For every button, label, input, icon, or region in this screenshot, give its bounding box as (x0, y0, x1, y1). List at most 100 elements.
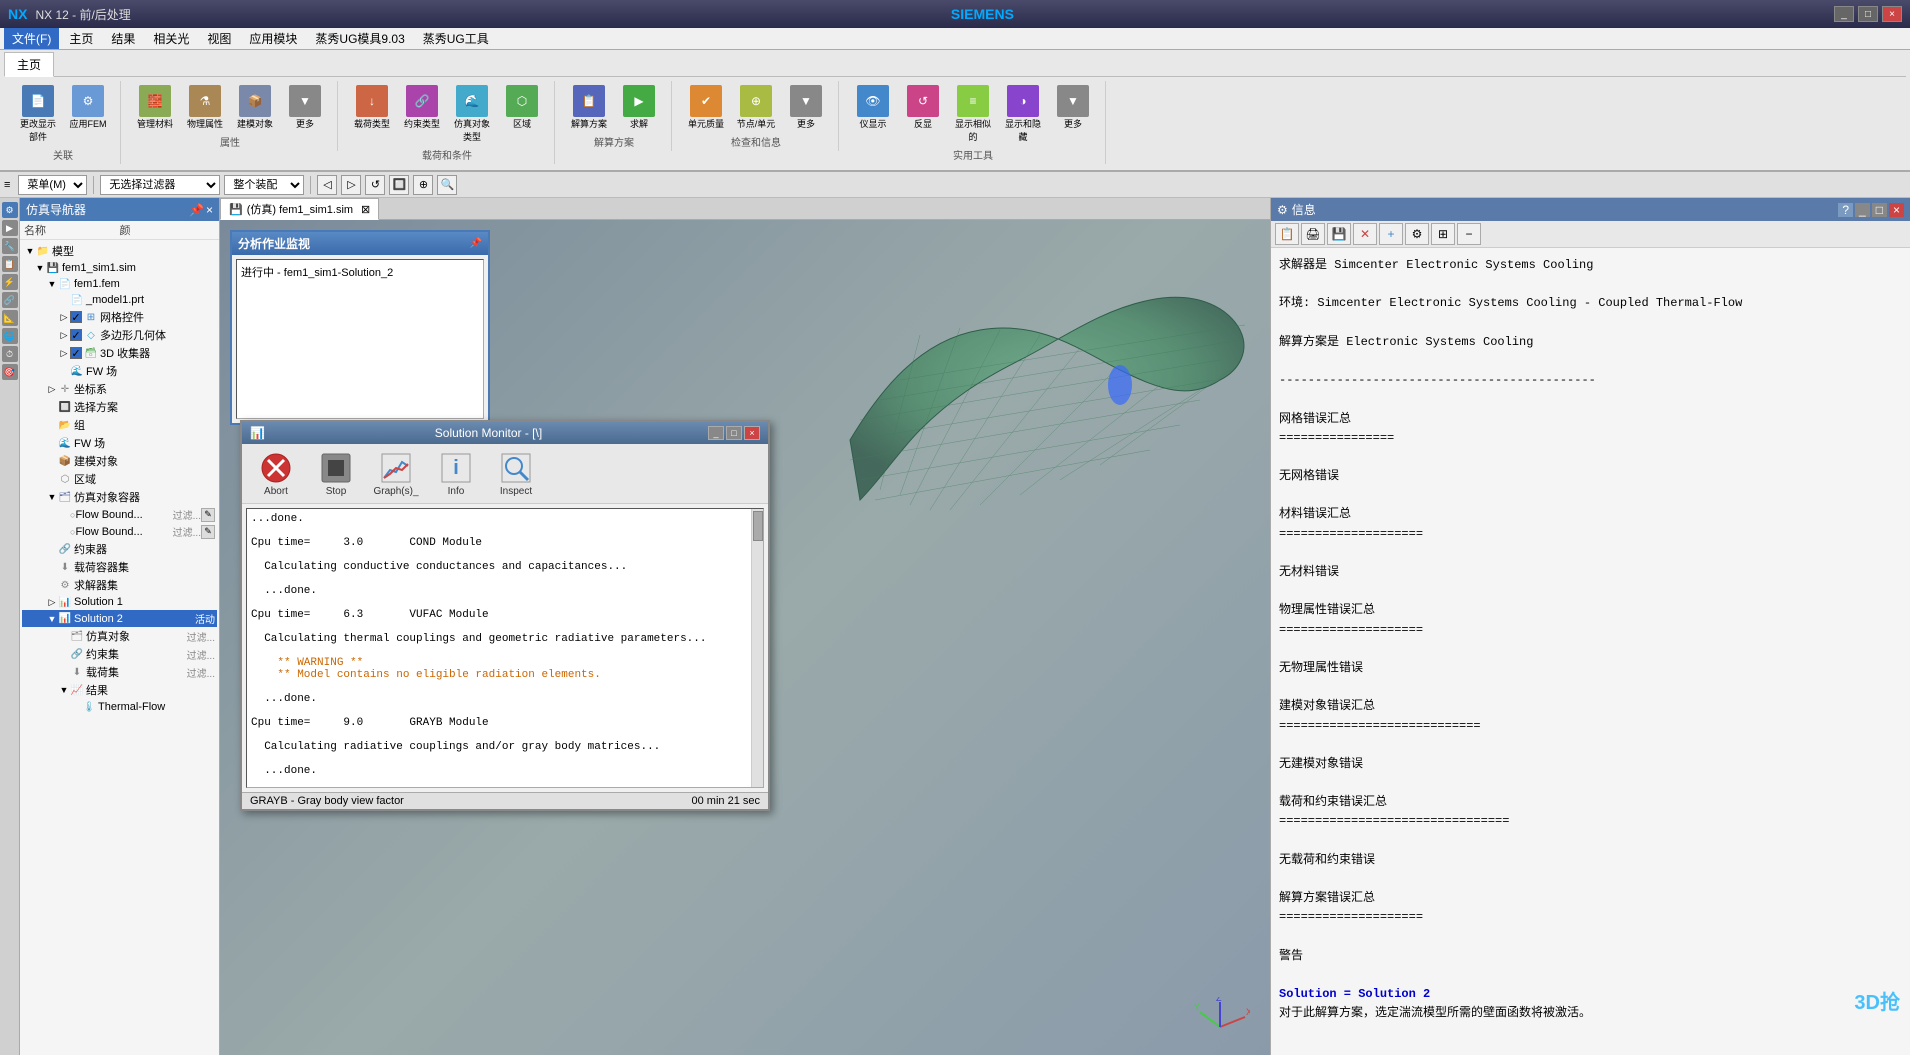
tree-item-results[interactable]: ▼ 📈 结果 (22, 681, 217, 699)
tree-item-mesh[interactable]: ▷ ✓ ⊞ 网格控件 (22, 308, 217, 326)
toolbar-icon-1[interactable]: ◁ (317, 175, 337, 195)
tree-toggle-simobj[interactable]: ▼ (46, 491, 58, 503)
solution-monitor-log[interactable]: ...done. Cpu time= 3.0 COND Module Calcu… (246, 508, 764, 788)
tree-item-constraints[interactable]: 🔗 约束器 (22, 540, 217, 558)
ribbon-btn-display[interactable]: 👁 仪显示 (849, 83, 897, 145)
tree-toggle-model1prt[interactable] (58, 294, 70, 306)
tree-toggle-fem1sim1[interactable]: ▼ (34, 262, 46, 274)
tree-toggle-solution1[interactable]: ▷ (46, 596, 58, 608)
tree-item-constset[interactable]: 🔗 约束集 过滤... (22, 645, 217, 663)
ribbon-btn-more-tools[interactable]: ▼ 更多 (1049, 83, 1097, 145)
left-icon-8[interactable]: 🌐 (2, 328, 18, 344)
info-maximize-btn[interactable]: □ (1872, 203, 1887, 217)
tree-item-solver[interactable]: ⚙ 求解器集 (22, 576, 217, 594)
ribbon-btn-load-type[interactable]: ↓ 载荷类型 (348, 83, 396, 145)
maximize-btn[interactable]: □ (1858, 6, 1878, 22)
tree-item-flowbound2[interactable]: ○ Flow Bound... 过滤... ✎ (22, 523, 217, 540)
ribbon-btn-phys-attr[interactable]: ⚗ 物理属性 (181, 83, 229, 132)
info-question-btn[interactable]: ? (1838, 203, 1853, 217)
tree-toggle-solver[interactable] (46, 579, 58, 591)
tree-toggle-groups[interactable] (46, 419, 58, 431)
toolbar-icon-3[interactable]: ↺ (365, 175, 385, 195)
nav-pin-icon[interactable]: 📌 (189, 203, 204, 217)
tree-toggle-selections[interactable] (46, 401, 58, 413)
viewport-tab-close[interactable]: ⊠ (361, 203, 370, 216)
sm-abort-btn[interactable]: Abort (250, 448, 302, 499)
tree-toggle-fwfield2[interactable] (46, 437, 58, 449)
tree-item-loadset[interactable]: ⬇ 载荷集 过滤... (22, 663, 217, 681)
ribbon-tab-home[interactable]: 主页 (4, 52, 54, 77)
info-toolbar-print-btn[interactable]: 🖨 (1301, 223, 1325, 245)
toolbar-icon-5[interactable]: ⊕ (413, 175, 433, 195)
tree-item-groups[interactable]: 📂 组 (22, 416, 217, 434)
left-icon-3[interactable]: 🔧 (2, 238, 18, 254)
ribbon-btn-more-attr[interactable]: ▼ 更多 (281, 83, 329, 132)
ribbon-btn-region[interactable]: ⬡ 区域 (498, 83, 546, 145)
ribbon-btn-reverse[interactable]: ↺ 反显 (899, 83, 947, 145)
tree-item-poly[interactable]: ▷ ✓ ◇ 多边形几何体 (22, 326, 217, 344)
navigator-controls[interactable]: 📌 × (189, 203, 213, 217)
nav-close-icon[interactable]: × (206, 203, 213, 217)
tree-toggle-poly[interactable]: ▷ (58, 329, 70, 341)
analysis-monitor-controls[interactable]: 📌 (470, 238, 482, 249)
ribbon-btn-sim-obj-type[interactable]: 🌊 仿真对象类型 (448, 83, 496, 145)
tree-toggle-constraints[interactable] (46, 543, 58, 555)
solution-monitor-minimize[interactable]: _ (708, 426, 724, 440)
tree-item-model1prt[interactable]: 📄 _model1.prt (22, 292, 217, 308)
menu-related[interactable]: 相关光 (145, 28, 197, 49)
tree-toggle-collector3d[interactable]: ▷ (58, 347, 70, 359)
minimize-btn[interactable]: _ (1834, 6, 1854, 22)
menu-ugmold[interactable]: 蒸秀UG模具9.03 (307, 28, 412, 49)
info-minimize-btn[interactable]: _ (1855, 203, 1870, 217)
tree-toggle-regions[interactable] (46, 473, 58, 485)
toolbar-menu-dropdown[interactable]: 菜单(M) (18, 175, 87, 195)
left-icon-6[interactable]: 🔗 (2, 292, 18, 308)
info-header-controls[interactable]: ? _ □ × (1838, 203, 1904, 217)
info-toolbar-delete-btn[interactable]: ✕ (1353, 223, 1377, 245)
ribbon-btn-solve[interactable]: ▶ 求解 (615, 83, 663, 132)
tree-toggle-solution2[interactable]: ▼ (46, 613, 58, 625)
ribbon-btn-more-check[interactable]: ▼ 更多 (782, 83, 830, 132)
menu-results[interactable]: 结果 (103, 28, 143, 49)
title-win-controls[interactable]: _ □ × (1834, 6, 1902, 22)
tree-item-fem1sim1[interactable]: ▼ 💾 fem1_sim1.sim (22, 260, 217, 276)
tree-toggle-loads[interactable] (46, 561, 58, 573)
solution-monitor-close[interactable]: × (744, 426, 760, 440)
left-icon-4[interactable]: 📋 (2, 256, 18, 272)
toolbar-icon-6[interactable]: 🔍 (437, 175, 457, 195)
left-icon-9[interactable]: ⏱ (2, 346, 18, 362)
flowbound1-edit-btn[interactable]: ✎ (201, 508, 215, 522)
tree-item-solution2[interactable]: ▼ 📊 Solution 2 活动 (22, 610, 217, 627)
solution-monitor-dialog[interactable]: 📊 Solution Monitor - [\] _ □ × (240, 420, 770, 811)
left-icon-5[interactable]: ⚡ (2, 274, 18, 290)
tree-toggle-loadset[interactable] (58, 666, 70, 678)
tree-toggle-fem1fem[interactable]: ▼ (46, 278, 58, 290)
info-toolbar-settings-btn[interactable]: ⚙ (1405, 223, 1429, 245)
tree-item-buildobj[interactable]: 📦 建模对象 (22, 452, 217, 470)
tree-item-collector3d[interactable]: ▷ ✓ 🗃 3D 收集器 (22, 344, 217, 362)
left-icon-1[interactable]: ⚙ (2, 202, 18, 218)
info-toolbar-copy-btn[interactable]: 📋 (1275, 223, 1299, 245)
tree-item-coords[interactable]: ▷ ✛ 坐标系 (22, 380, 217, 398)
tree-item-simobj2[interactable]: 🗂 仿真对象 过滤... (22, 627, 217, 645)
info-toolbar-collapse-btn[interactable]: − (1457, 223, 1481, 245)
tree-toggle-coords[interactable]: ▷ (46, 383, 58, 395)
tree-toggle-flowbound1[interactable] (58, 509, 70, 521)
tree-toggle-fwfield[interactable] (58, 365, 70, 377)
ribbon-btn-show-hide[interactable]: ◑ 显示和隐藏 (999, 83, 1047, 145)
ribbon-btn-show-similar[interactable]: ≡ 显示相似的 (949, 83, 997, 145)
info-close-btn[interactable]: × (1889, 203, 1904, 217)
tree-toggle-thermalflow[interactable] (70, 701, 82, 713)
tree-toggle-constset[interactable] (58, 648, 70, 660)
tree-item-simobj[interactable]: ▼ 🗂 仿真对象容器 (22, 488, 217, 506)
toolbar-icon-4[interactable]: 🔲 (389, 175, 409, 195)
tree-checkbox-mesh[interactable]: ✓ (70, 311, 82, 323)
ribbon-btn-apply-fem[interactable]: ⚙ 应用FEM (64, 83, 112, 145)
left-icon-7[interactable]: 📐 (2, 310, 18, 326)
close-btn[interactable]: × (1882, 6, 1902, 22)
ribbon-btn-solver-plan[interactable]: 📋 解算方案 (565, 83, 613, 132)
solution-monitor-title[interactable]: 📊 Solution Monitor - [\] _ □ × (242, 422, 768, 444)
menu-home[interactable]: 主页 (61, 28, 101, 49)
info-toolbar-add-btn[interactable]: + (1379, 223, 1403, 245)
ribbon-btn-model-obj[interactable]: 📦 建模对象 (231, 83, 279, 132)
